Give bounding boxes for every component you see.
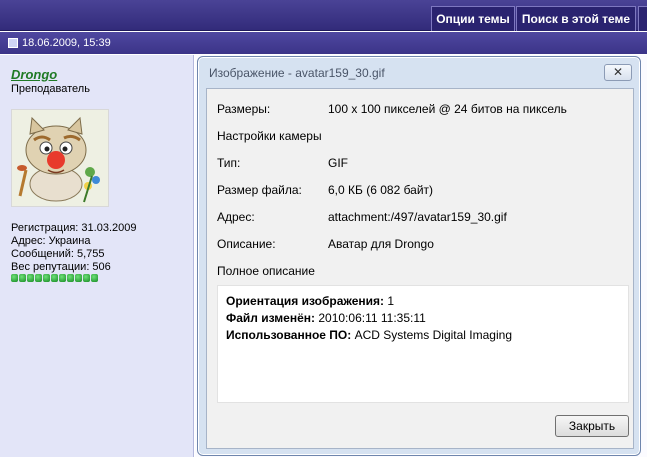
reputation-pip — [75, 274, 82, 282]
reputation-pip — [59, 274, 66, 282]
modified-line: Файл изменён: 2010:06:11 11:35:11 — [226, 311, 426, 325]
type-label: Тип: — [217, 156, 241, 170]
user-address: Адрес: Украина — [11, 235, 91, 247]
modified-key: Файл изменён: — [226, 311, 316, 325]
cat-avatar-icon — [12, 110, 108, 206]
software-line: Использованное ПО: ACD Systems Digital I… — [226, 328, 512, 342]
file-size-label: Размер файла: — [217, 183, 302, 197]
reputation-pip — [43, 274, 50, 282]
software-value: ACD Systems Digital Imaging — [354, 328, 512, 342]
username-link[interactable]: Drongo — [11, 67, 57, 82]
reputation-pip — [83, 274, 90, 282]
dialog-title: Изображение - avatar159_30.gif — [209, 66, 385, 80]
post-header: 18.06.2009, 15:39 — [0, 32, 647, 54]
address-value: attachment:/497/avatar159_30.gif — [328, 210, 507, 224]
user-reputation: Вес репутации: 506 — [11, 261, 111, 273]
dimensions-label: Размеры: — [217, 102, 271, 116]
user-registration: Регистрация: 31.03.2009 — [11, 222, 137, 234]
post-date: 18.06.2009, 15:39 — [22, 37, 111, 49]
orientation-value: 1 — [387, 294, 395, 308]
dimensions-value: 100 x 100 пикселей @ 24 битов на пиксель — [328, 102, 567, 116]
camera-settings-label: Настройки камеры — [217, 129, 322, 143]
type-value: GIF — [328, 156, 348, 170]
close-button[interactable]: Закрыть — [555, 415, 629, 437]
thread-options-button[interactable]: Опции темы — [431, 6, 515, 31]
modified-value: 2010:06:11 11:35:11 — [318, 311, 426, 325]
user-title: Преподаватель — [11, 83, 90, 95]
orientation-key: Ориентация изображения: — [226, 294, 385, 308]
description-label: Описание: — [217, 237, 276, 251]
reputation-pip — [19, 274, 26, 282]
avatar — [11, 109, 109, 207]
reputation-pip — [11, 274, 18, 282]
post-icon — [8, 38, 18, 48]
reputation-pip — [67, 274, 74, 282]
address-label: Адрес: — [217, 210, 255, 224]
file-size-value: 6,0 КБ (6 082 байт) — [328, 183, 434, 197]
more-nav-button[interactable] — [638, 6, 647, 31]
reputation-bar — [11, 274, 98, 283]
dialog-content: Размеры: 100 x 100 пикселей @ 24 битов н… — [206, 88, 634, 449]
reputation-pip — [51, 274, 58, 282]
reputation-pip — [27, 274, 34, 282]
reputation-pip — [91, 274, 98, 282]
orientation-line: Ориентация изображения: 1 — [226, 294, 394, 308]
full-description-box: Ориентация изображения: 1 Файл изменён: … — [217, 285, 629, 403]
close-x-icon[interactable]: ✕ — [604, 64, 632, 81]
top-navigation-bar: Опции темы Поиск в этой теме — [0, 0, 647, 31]
software-key: Использованное ПО: — [226, 328, 352, 342]
image-info-dialog: Изображение - avatar159_30.gif ✕ Размеры… — [197, 56, 641, 456]
description-value: Аватар для Drongo — [328, 237, 434, 251]
user-post-count: Сообщений: 5,755 — [11, 248, 105, 260]
full-description-label: Полное описание — [217, 264, 315, 278]
search-in-thread-button[interactable]: Поиск в этой теме — [516, 6, 636, 31]
reputation-pip — [35, 274, 42, 282]
user-info-column: Drongo Преподаватель Регистрация: 31.03.… — [0, 55, 194, 457]
user-stats: Регистрация: 31.03.2009 Адрес: Украина С… — [11, 222, 136, 274]
